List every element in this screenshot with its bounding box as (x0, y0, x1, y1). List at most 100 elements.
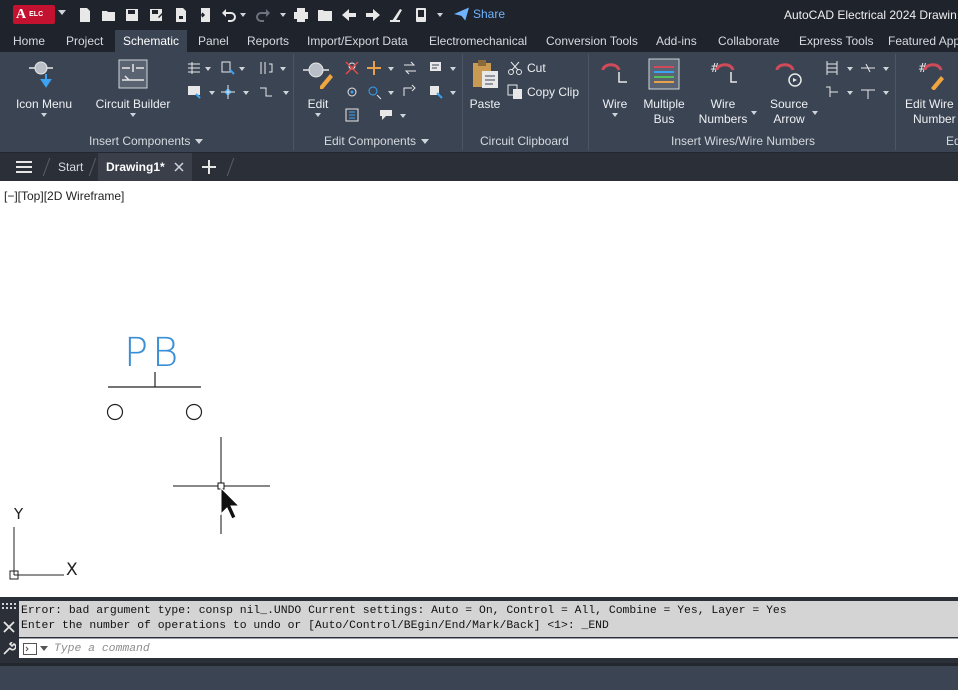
tab-reports[interactable]: Reports (243, 30, 293, 52)
tab-start[interactable]: Start (58, 153, 83, 181)
save-to-cloud-icon[interactable] (172, 6, 190, 24)
edit-wire-number-button[interactable]: # Edit Wire Number (905, 58, 958, 127)
insert-components-group-label[interactable]: Insert Components (89, 134, 204, 148)
multiple-insert-dropdown-icon[interactable] (205, 67, 211, 71)
move-component-dropdown-icon[interactable] (388, 67, 394, 71)
app-menu-caret-icon[interactable] (58, 10, 66, 15)
recent-commands-dropdown-icon[interactable] (40, 645, 48, 652)
undo-icon[interactable] (220, 6, 238, 24)
fix-component-dropdown-icon[interactable] (450, 91, 456, 95)
insert-splice-dropdown-icon[interactable] (243, 91, 249, 95)
insert-pneumatic-icon[interactable] (258, 60, 274, 76)
ladder-icon[interactable] (824, 60, 840, 76)
tab-conversion-tools[interactable]: Conversion Tools (542, 30, 642, 52)
toggle-no-nc-icon[interactable] (402, 84, 418, 100)
redo-dropdown-icon[interactable] (280, 13, 286, 17)
multiple-bus-button[interactable]: Multiple Bus (638, 58, 690, 127)
align-dropdown-icon[interactable] (388, 91, 394, 95)
edit-components-group-label[interactable]: Edit Components (324, 134, 430, 148)
icon-menu-dropdown-icon[interactable] (41, 113, 47, 117)
cross-ref-dropdown-icon[interactable] (400, 114, 406, 118)
insert-terminal-dropdown-icon[interactable] (283, 91, 289, 95)
retag-components-icon[interactable] (428, 60, 444, 76)
swap-component-icon[interactable] (402, 60, 418, 76)
component-cross-ref-icon[interactable] (378, 107, 394, 123)
undo-dropdown-icon[interactable] (240, 13, 246, 17)
tab-express-tools[interactable]: Express Tools (795, 30, 877, 52)
open-folder-icon[interactable] (100, 6, 118, 24)
hamburger-menu-icon[interactable] (15, 160, 33, 174)
app-menu-button[interactable]: A ELC (13, 5, 55, 24)
edit-button[interactable]: Edit (298, 58, 338, 112)
device-icon[interactable] (412, 6, 430, 24)
move-component-icon[interactable] (366, 60, 382, 76)
tab-collaborate[interactable]: Collaborate (714, 30, 783, 52)
circuit-builder-dropdown-icon[interactable] (130, 113, 136, 117)
wire-tee-icon[interactable] (860, 84, 876, 100)
drag-handle-icon[interactable] (2, 603, 16, 611)
insert-catalog-dropdown-icon[interactable] (239, 67, 245, 71)
back-icon[interactable] (340, 6, 358, 24)
tab-add-ins[interactable]: Add-ins (652, 30, 701, 52)
plot-icon[interactable] (292, 6, 310, 24)
sweep-icon[interactable] (388, 6, 406, 24)
icon-menu-button[interactable]: Icon Menu (10, 58, 78, 112)
align-icon[interactable] (366, 84, 382, 100)
copy-clip-button[interactable]: Copy Clip (507, 84, 579, 100)
workspace-dropdown-icon[interactable] (437, 13, 443, 17)
tab-electromechanical[interactable]: Electromechanical (425, 30, 531, 52)
customize-wrench-icon[interactable] (2, 642, 16, 656)
new-tab-plus-icon[interactable] (201, 159, 217, 175)
cable-markers-icon[interactable] (860, 60, 876, 76)
command-input[interactable]: Type a command (54, 643, 150, 655)
paste-button[interactable]: Paste (465, 58, 505, 112)
open-project-icon[interactable] (316, 6, 334, 24)
tab-drawing1[interactable]: Drawing1* (98, 153, 192, 181)
save-icon[interactable] (123, 6, 141, 24)
delete-component-icon[interactable] (344, 60, 360, 76)
source-arrow-button[interactable]: Source Arrow (764, 58, 814, 127)
new-file-icon[interactable] (76, 6, 94, 24)
tab-project[interactable]: Project (62, 30, 107, 52)
insert-splice-icon[interactable] (220, 84, 236, 100)
insert-connector-icon[interactable] (186, 84, 202, 100)
attribute-edit-icon[interactable] (344, 107, 360, 123)
copy-component-icon[interactable] (344, 84, 360, 100)
tab-schematic[interactable]: Schematic (115, 30, 188, 52)
insert-connector-dropdown-icon[interactable] (209, 91, 215, 95)
tab-featured-apps[interactable]: Featured App (884, 30, 958, 52)
insert-terminal-icon[interactable] (258, 84, 274, 100)
wire-dropdown-icon[interactable] (612, 113, 618, 117)
signal-arrow-dropdown-icon[interactable] (847, 91, 853, 95)
close-icon[interactable] (3, 621, 15, 633)
close-icon[interactable] (174, 162, 184, 172)
cable-markers-dropdown-icon[interactable] (883, 67, 889, 71)
signal-arrow-icon[interactable] (824, 84, 840, 100)
tab-home[interactable]: Home (9, 30, 49, 52)
command-prompt-icon[interactable] (23, 642, 37, 655)
wire-button[interactable]: Wire (596, 58, 634, 112)
source-arrow-dropdown-icon[interactable] (812, 111, 818, 115)
insert-pneumatic-dropdown-icon[interactable] (280, 67, 286, 71)
drawing-canvas[interactable]: [−][Top][2D Wireframe] PB Y X (0, 181, 958, 597)
circuit-builder-button[interactable]: Circuit Builder (92, 58, 174, 112)
wire-numbers-button[interactable]: # Wire Numbers (695, 58, 751, 127)
edit-dropdown-icon[interactable] (315, 113, 321, 117)
save-as-icon[interactable] (147, 6, 165, 24)
command-input-row[interactable]: Type a command (19, 638, 958, 658)
forward-icon[interactable] (364, 6, 382, 24)
import-icon[interactable] (196, 6, 214, 24)
wire-numbers-dropdown-icon[interactable] (751, 111, 757, 115)
ladder-dropdown-icon[interactable] (847, 67, 853, 71)
retag-dropdown-icon[interactable] (450, 67, 456, 71)
multiple-insert-icon[interactable] (186, 60, 202, 76)
wire-tee-dropdown-icon[interactable] (883, 91, 889, 95)
command-line-grip[interactable] (0, 601, 19, 658)
tab-import-export-data[interactable]: Import/Export Data (303, 30, 412, 52)
redo-icon[interactable] (254, 6, 272, 24)
share-button[interactable]: Share (454, 7, 505, 21)
tab-panel[interactable]: Panel (194, 30, 233, 52)
insert-catalog-icon[interactable] (220, 60, 236, 76)
cut-button[interactable]: Cut (507, 60, 546, 76)
fix-component-icon[interactable] (428, 84, 444, 100)
